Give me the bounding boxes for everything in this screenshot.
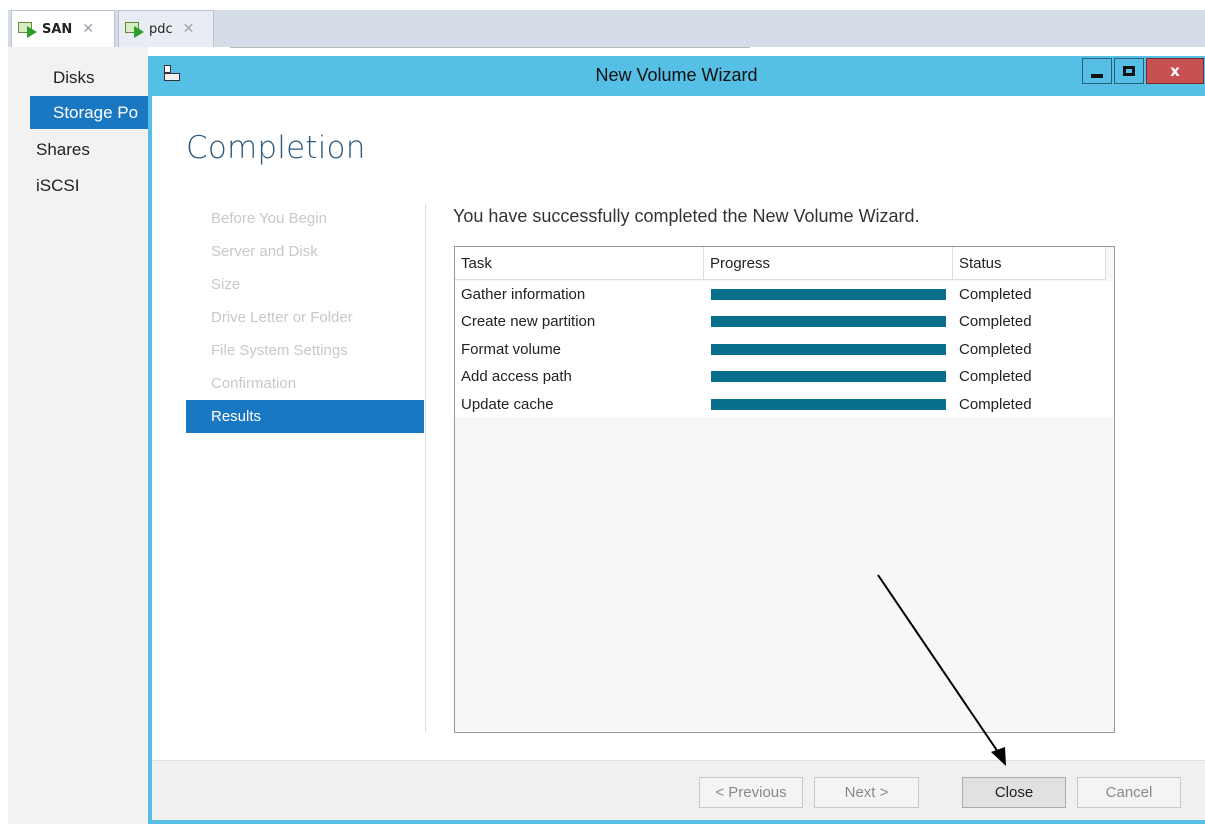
previous-button[interactable]: < Previous [699,777,803,808]
vm-tab-strip: SAN ✕ pdc ✕ [8,10,1205,47]
step-server-and-disk: Server and Disk [211,243,318,260]
progress-bar [711,289,946,300]
window-title: New Volume Wizard [595,65,758,85]
tab-label: SAN [42,21,73,37]
wizard-footer: < Previous Next > Close Cancel [152,760,1205,820]
close-window-button[interactable]: x [1146,58,1204,84]
task-name: Format volume [461,340,562,358]
task-name: Create new partition [461,313,596,331]
results-grid[interactable]: Task Progress Status Gather information … [454,246,1115,733]
close-tab-icon[interactable]: ✕ [183,21,195,37]
table-row[interactable]: Update cache Completed [455,391,1114,418]
task-status: Completed [959,313,1032,331]
step-file-system-settings: File System Settings [211,342,348,359]
title-bar[interactable]: New Volume Wizard x [148,56,1205,96]
screen: SAN ✕ pdc ✕ Disks Storage Po Shares iSCS… [0,0,1205,824]
nav-item-shares[interactable]: Shares [36,140,90,160]
step-results[interactable]: Results [186,400,424,433]
column-header-progress[interactable]: Progress [704,247,953,280]
close-button[interactable]: Close [962,777,1066,808]
step-size: Size [211,276,241,293]
nav-item-storage-pools[interactable]: Storage Po [30,96,148,129]
tab-label: pdc [149,21,173,37]
progress-bar [711,316,946,328]
task-status: Completed [959,286,1032,303]
table-row[interactable]: Format volume Completed [455,336,1114,363]
wizard-client-area: Completion Before You Begin Server and D… [152,96,1205,820]
background-sidebar [8,47,148,824]
column-header-status[interactable]: Status [953,247,1106,280]
vm-connect-icon [18,20,38,38]
page-title: Completion [186,130,366,166]
minimize-button[interactable] [1082,58,1112,84]
new-volume-wizard-window: New Volume Wizard x Completion Before Yo… [148,56,1205,824]
maximize-icon [1123,66,1135,76]
close-tab-icon[interactable]: ✕ [82,21,94,37]
nav-item-iscsi[interactable]: iSCSI [36,176,79,196]
task-name: Gather information [461,286,586,303]
close-icon: x [1170,62,1180,80]
minimize-icon [1091,74,1103,78]
table-row[interactable]: Add access path Completed [455,363,1114,390]
results-grid-header: Task Progress Status [455,247,1106,280]
maximize-button[interactable] [1114,58,1144,84]
column-header-task[interactable]: Task [455,247,704,280]
tab-pdc[interactable]: pdc ✕ [118,10,214,47]
task-name: Add access path [461,368,572,386]
success-message: You have successfully completed the New … [453,206,920,226]
vm-connect-icon [125,20,145,38]
tab-san[interactable]: SAN ✕ [11,10,115,47]
cancel-button[interactable]: Cancel [1077,777,1181,808]
task-status: Completed [959,340,1032,358]
step-before-you-begin: Before You Begin [211,210,327,227]
steps-divider [425,204,426,732]
wizard-steps: Before You Begin Server and Disk Size Dr… [186,202,424,433]
next-button[interactable]: Next > [814,777,919,808]
task-status: Completed [959,395,1032,413]
step-drive-letter-or-folder: Drive Letter or Folder [211,309,353,326]
nav-item-disks[interactable]: Disks [53,68,95,88]
table-row[interactable]: Gather information Completed [455,281,1114,308]
results-rows: Gather information Completed Create new … [455,281,1114,417]
task-name: Update cache [461,395,554,413]
task-status: Completed [959,368,1032,386]
progress-bar [711,343,946,355]
step-confirmation: Confirmation [211,375,297,392]
progress-bar [711,398,946,410]
progress-bar [711,371,946,383]
table-row[interactable]: Create new partition Completed [455,308,1114,335]
